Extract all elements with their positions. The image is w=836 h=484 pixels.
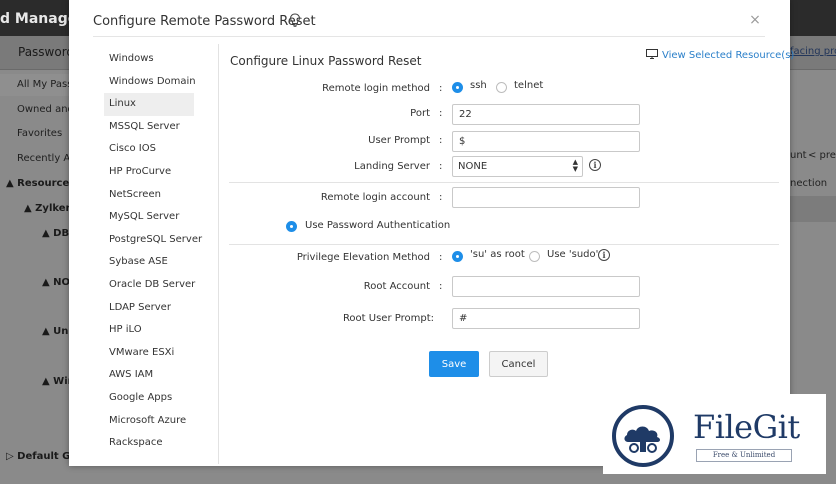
bg-prev-link[interactable]: < prev	[808, 150, 836, 161]
info-icon[interactable]: i	[589, 159, 601, 171]
app-subtitle: Password	[18, 45, 75, 59]
su-as-root-label: 'su' as root	[470, 249, 525, 260]
use-password-auth-label: Use Password Authentication	[305, 220, 451, 231]
user-prompt-input[interactable]: $	[452, 131, 640, 152]
filegit-logo-icon	[612, 405, 674, 467]
resource-type-hp-ilo[interactable]: HP iLO	[104, 319, 219, 342]
remote-login-account-label: Remote login account	[320, 192, 430, 203]
telnet-radio[interactable]	[496, 82, 507, 93]
remote-login-account-input[interactable]	[452, 187, 640, 208]
list-divider	[218, 44, 219, 464]
resource-type-vmware-esxi[interactable]: VMware ESXi	[104, 342, 219, 365]
landing-server-label: Landing Server	[354, 161, 430, 172]
landing-server-value: NONE	[458, 161, 488, 172]
bg-sidebar-item-recent[interactable]: Recently Ac	[17, 153, 76, 164]
colon: :	[439, 281, 443, 292]
landing-server-select[interactable]: NONE ▲ ▼	[452, 156, 583, 177]
cancel-button[interactable]: Cancel	[489, 351, 548, 377]
content-title: Configure Linux Password Reset	[230, 54, 422, 68]
root-user-prompt-label: Root User Prompt:	[342, 313, 434, 324]
monitor-icon	[646, 49, 658, 59]
dialog-title: Configure Remote Password Reset	[93, 14, 316, 29]
resource-type-google-apps[interactable]: Google Apps	[104, 387, 219, 410]
colon: :	[439, 252, 443, 263]
bg-tree-uni[interactable]: ▲ Uni	[42, 326, 72, 337]
bg-account-link[interactable]: unt	[790, 150, 807, 161]
resource-type-oracle[interactable]: Oracle DB Server	[104, 274, 219, 297]
resource-type-list: Windows Windows Domain Linux MSSQL Serve…	[104, 48, 219, 455]
resource-type-hp-procurve[interactable]: HP ProCurve	[104, 161, 219, 184]
bg-tree-zylker[interactable]: ▲ Zylker	[24, 203, 70, 214]
resource-type-postgresql[interactable]: PostgreSQL Server	[104, 229, 219, 252]
resource-type-windows-domain[interactable]: Windows Domain	[104, 71, 219, 94]
resource-type-linux[interactable]: Linux	[104, 93, 194, 116]
view-selected-resources-label: View Selected Resource(s)	[662, 50, 795, 61]
use-sudo-label: Use 'sudo'	[547, 249, 599, 260]
resource-type-aws-iam[interactable]: AWS IAM	[104, 364, 219, 387]
telnet-radio-label: telnet	[514, 80, 544, 91]
section-divider	[229, 182, 779, 183]
close-icon[interactable]: ×	[748, 13, 762, 27]
port-label: Port	[410, 108, 430, 119]
colon: :	[439, 83, 443, 94]
watermark-tagline: Free & Unlimited	[696, 449, 792, 462]
use-sudo-radio[interactable]	[529, 251, 540, 262]
su-as-root-radio[interactable]	[452, 251, 463, 262]
colon: :	[439, 192, 443, 203]
root-user-prompt-input[interactable]: #	[452, 308, 640, 329]
colon: :	[439, 135, 443, 146]
ssh-radio-label: ssh	[470, 80, 487, 91]
resource-type-netscreen[interactable]: NetScreen	[104, 184, 219, 207]
bg-tree-no[interactable]: ▲ NO	[42, 277, 70, 288]
root-account-label: Root Account	[363, 281, 430, 292]
resource-type-windows[interactable]: Windows	[104, 48, 219, 71]
resource-type-sybase[interactable]: Sybase ASE	[104, 251, 219, 274]
bg-sidebar-item-owned[interactable]: Owned and	[17, 104, 74, 115]
resource-type-mysql[interactable]: MySQL Server	[104, 206, 219, 229]
lightbulb-icon	[289, 13, 301, 27]
bg-table-row	[790, 196, 836, 222]
root-account-input[interactable]	[452, 276, 640, 297]
user-prompt-label: User Prompt	[368, 135, 430, 146]
watermark-title: FileGit	[693, 408, 800, 446]
bg-connection-header: nection	[790, 178, 828, 189]
bg-tree-default[interactable]: ▷ Default Gr	[6, 451, 75, 462]
save-button[interactable]: Save	[429, 351, 479, 377]
dialog-header-divider	[93, 36, 765, 37]
resource-type-cisco-ios[interactable]: Cisco IOS	[104, 138, 219, 161]
privilege-elevation-label: Privilege Elevation Method	[296, 252, 430, 263]
use-password-auth-radio[interactable]	[286, 221, 297, 232]
section-divider	[229, 244, 779, 245]
bg-help-link[interactable]: facing prob	[790, 46, 836, 57]
info-icon[interactable]: i	[598, 249, 610, 261]
view-selected-resources-link[interactable]: View Selected Resource(s)	[646, 49, 794, 61]
resource-type-mssql[interactable]: MSSQL Server	[104, 116, 219, 139]
bg-sidebar-item-all[interactable]: All My Passw	[0, 74, 81, 96]
colon: :	[439, 108, 443, 119]
colon: :	[439, 161, 443, 172]
resource-type-ldap[interactable]: LDAP Server	[104, 297, 219, 320]
select-arrows-icon: ▲ ▼	[572, 158, 578, 173]
resource-type-rackspace[interactable]: Rackspace	[104, 432, 219, 455]
port-input[interactable]: 22	[452, 104, 640, 125]
resource-type-azure[interactable]: Microsoft Azure	[104, 410, 219, 433]
ssh-radio[interactable]	[452, 82, 463, 93]
bg-sidebar-item-favorites[interactable]: Favorites	[17, 128, 62, 139]
remote-login-method-label: Remote login method	[322, 83, 430, 94]
